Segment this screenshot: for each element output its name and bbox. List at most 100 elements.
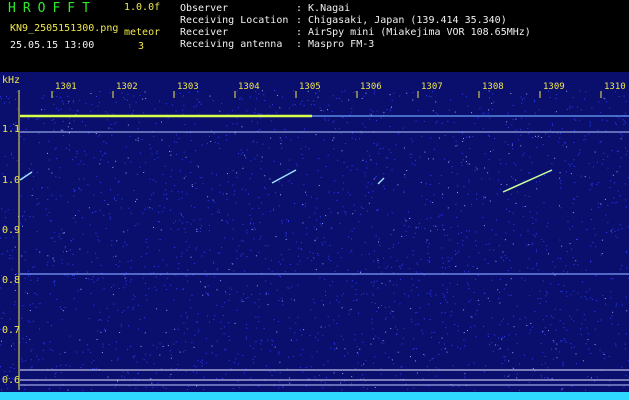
noise-speck — [489, 97, 490, 99]
antenna-label: Receiving antenna — [180, 39, 283, 50]
noise-speck — [555, 98, 557, 99]
noise-speck — [213, 133, 215, 135]
noise-speck — [5, 217, 6, 219]
noise-speck — [616, 171, 618, 173]
noise-speck — [488, 344, 490, 346]
noise-speck — [54, 148, 56, 150]
noise-speck — [325, 377, 327, 379]
noise-speck — [328, 104, 330, 106]
noise-speck — [113, 197, 115, 199]
noise-speck — [472, 266, 474, 267]
noise-speck — [256, 142, 258, 143]
noise-speck — [338, 127, 340, 129]
noise-speck — [146, 239, 148, 240]
noise-speck — [60, 195, 62, 197]
noise-speck — [546, 249, 548, 251]
noise-speck — [563, 323, 565, 325]
noise-speck — [240, 254, 242, 256]
noise-speck — [39, 328, 40, 330]
noise-speck — [313, 226, 315, 228]
noise-speck — [257, 113, 259, 115]
noise-speck — [430, 137, 432, 139]
noise-speck — [1, 208, 3, 210]
spectrogram-background — [0, 72, 629, 400]
noise-speck — [244, 270, 246, 272]
noise-speck — [475, 336, 477, 338]
noise-speck — [589, 177, 591, 179]
noise-speck — [157, 383, 159, 385]
noise-speck — [348, 309, 350, 311]
noise-speck — [250, 222, 251, 224]
noise-speck — [322, 244, 324, 246]
noise-speck — [273, 160, 275, 162]
noise-speck — [551, 163, 553, 164]
noise-speck — [68, 149, 70, 151]
noise-speck — [612, 228, 614, 230]
noise-speck — [334, 180, 336, 182]
noise-speck — [0, 98, 2, 100]
noise-speck — [191, 294, 193, 296]
noise-speck — [185, 231, 187, 233]
noise-speck — [411, 321, 413, 323]
noise-speck — [149, 178, 151, 180]
noise-speck — [353, 204, 355, 206]
noise-speck — [69, 365, 71, 367]
noise-speck — [88, 207, 90, 209]
noise-speck — [500, 183, 502, 185]
noise-speck — [542, 330, 544, 332]
noise-speck — [135, 201, 136, 203]
noise-speck — [492, 350, 494, 352]
noise-speck — [460, 162, 462, 163]
noise-speck — [164, 284, 166, 286]
noise-speck — [571, 347, 572, 349]
noise-speck — [14, 246, 16, 248]
noise-speck — [354, 210, 356, 212]
noise-speck — [595, 300, 597, 301]
noise-speck — [335, 299, 337, 301]
noise-speck — [196, 98, 198, 100]
noise-speck — [278, 353, 280, 355]
noise-speck — [107, 113, 109, 115]
noise-speck — [115, 122, 117, 124]
noise-speck — [54, 241, 56, 243]
noise-speck — [585, 269, 587, 271]
noise-speck — [440, 349, 442, 351]
noise-speck — [127, 99, 128, 101]
noise-speck — [79, 248, 81, 250]
noise-speck — [176, 256, 178, 258]
noise-speck — [64, 306, 66, 308]
noise-speck — [412, 92, 414, 94]
noise-speck — [60, 238, 62, 240]
noise-speck — [485, 365, 486, 367]
noise-speck — [463, 332, 465, 334]
noise-speck — [302, 158, 304, 159]
noise-speck — [378, 238, 380, 240]
noise-speck — [339, 222, 341, 224]
noise-speck — [539, 303, 541, 305]
noise-speck — [419, 156, 421, 158]
noise-speck — [190, 307, 192, 309]
noise-speck — [315, 269, 317, 271]
noise-speck — [598, 207, 600, 209]
noise-speck — [360, 294, 362, 296]
noise-speck — [177, 328, 179, 330]
noise-speck — [72, 275, 73, 276]
noise-speck — [430, 230, 432, 232]
noise-speck — [105, 153, 107, 155]
noise-speck — [72, 217, 74, 219]
noise-speck — [148, 287, 150, 289]
noise-speck — [405, 230, 407, 232]
noise-speck — [502, 259, 504, 261]
noise-speck — [469, 299, 471, 301]
noise-speck — [507, 270, 509, 271]
noise-speck — [250, 218, 252, 220]
noise-speck — [309, 251, 311, 253]
noise-speck — [510, 278, 512, 280]
noise-speck — [566, 295, 568, 297]
noise-speck — [552, 272, 554, 274]
noise-speck — [214, 141, 216, 143]
noise-speck — [509, 259, 511, 261]
noise-speck — [24, 251, 26, 253]
noise-speck — [625, 101, 627, 103]
noise-speck — [617, 190, 619, 192]
